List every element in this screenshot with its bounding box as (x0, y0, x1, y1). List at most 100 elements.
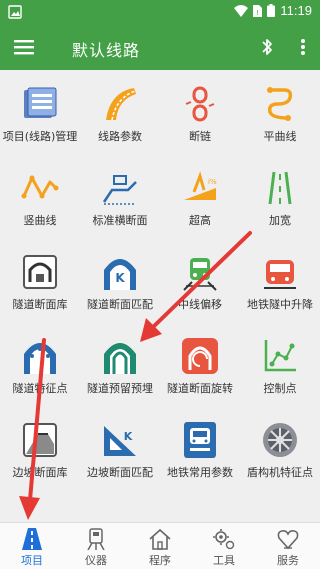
grid-item-tunnel-feature-point[interactable]: 隧道特征点 (0, 322, 80, 406)
grid-item-project-management[interactable]: 项目(线路)管理 (0, 70, 80, 154)
nav-tab-instrument[interactable]: 仪器 (64, 523, 128, 569)
partial-teal-block-icon (260, 504, 300, 522)
grid-item-partial[interactable] (80, 490, 160, 522)
grid-item-label: 边坡断面库 (12, 466, 68, 479)
grid-item-label: 隧道预留预埋 (87, 382, 153, 395)
tunnel-section-rotate-icon (182, 338, 218, 374)
grid-item-widening[interactable]: 加宽 (240, 154, 320, 238)
metro-tunnel-lift-icon (264, 260, 296, 289)
grid-item-label: 平曲线 (263, 130, 297, 143)
standard-cross-section-icon (102, 175, 137, 205)
grid-item-control-point[interactable]: 控制点 (240, 322, 320, 406)
image-notification-icon (8, 5, 22, 19)
grid-item-label: 项目(线路)管理 (2, 130, 78, 143)
grid-item-centerline-offset[interactable]: 中线偏移 (160, 238, 240, 322)
grid-item-label: 隧道断面旋转 (167, 382, 233, 395)
grid-item-label: 超高 (189, 214, 211, 227)
grid-item-tunnel-section-library[interactable]: 隧道断面库 (0, 238, 80, 322)
tunnel-reserved-embedded-icon (104, 343, 136, 374)
grid-item-slope-section-library[interactable]: 边坡断面库 (0, 406, 80, 490)
project-management-icon (24, 87, 57, 118)
grid-item-horizontal-curve[interactable]: 平曲线 (240, 70, 320, 154)
bottom-navigation: 项目 仪器 程序 工具 服务 (0, 522, 320, 569)
grid-item-label: 盾构机特征点 (247, 466, 313, 479)
service-heart-icon (277, 530, 299, 550)
status-bar: ! 11:19 (0, 0, 320, 24)
nav-tab-label: 程序 (149, 554, 171, 567)
battery-icon (267, 4, 276, 17)
shield-machine-feature-icon (263, 423, 297, 457)
tools-gear-icon (213, 529, 235, 550)
grid-item-label: 断链 (189, 130, 211, 143)
grid-item-slope-section-match[interactable]: K 边坡断面匹配 (80, 406, 160, 490)
partial-dots-icon (20, 504, 60, 522)
grid-item-route-parameters[interactable]: 线路参数 (80, 70, 160, 154)
grid-item-label: 标准横断面 (92, 214, 148, 227)
metro-common-params-icon (184, 422, 216, 458)
vertical-curve-icon (21, 175, 59, 199)
function-grid: 项目(线路)管理 线路参数 断链 平曲线 竖曲线 标准横断面 i% 超高 加宽 … (0, 70, 320, 522)
grid-item-metro-tunnel-lift[interactable]: 地铁隧中升降 (240, 238, 320, 322)
grid-item-label: 隧道特征点 (12, 382, 68, 395)
nav-tab-label: 项目 (21, 554, 43, 567)
grid-item-label: 地铁隧中升降 (247, 298, 313, 311)
grid-item-tunnel-section-match[interactable]: K 隧道断面匹配 (80, 238, 160, 322)
grid-item-label: 控制点 (263, 382, 297, 395)
menu-icon[interactable] (14, 38, 34, 56)
grid-item-tunnel-section-rotate[interactable]: 隧道断面旋转 (160, 322, 240, 406)
bluetooth-icon[interactable] (260, 37, 274, 57)
partial-blue-block-icon (180, 504, 220, 522)
wifi-icon (234, 4, 249, 17)
status-time: 11:19 (280, 3, 312, 18)
app-bar: 默认线路 (0, 24, 320, 70)
slope-section-match-icon: K (104, 426, 136, 456)
nav-tab-program[interactable]: 程序 (128, 523, 192, 569)
nav-tab-project[interactable]: 项目 (0, 523, 64, 569)
superelevation-icon: i% (184, 171, 217, 200)
horizontal-curve-icon (267, 87, 293, 121)
tunnel-feature-point-icon (24, 343, 56, 374)
partial-red-circle-icon (100, 504, 140, 522)
nav-tab-label: 仪器 (85, 554, 107, 567)
broken-chain-icon (185, 86, 215, 122)
sim-icon: ! (253, 4, 263, 17)
centerline-offset-icon (183, 258, 217, 291)
grid-item-partial[interactable] (0, 490, 80, 522)
grid-item-vertical-curve[interactable]: 竖曲线 (0, 154, 80, 238)
nav-tab-label: 工具 (213, 554, 235, 567)
slope-section-library-icon (23, 423, 57, 457)
tunnel-section-match-icon: K (104, 259, 136, 290)
control-point-icon (264, 340, 296, 372)
project-road-icon (22, 528, 42, 550)
grid-item-metro-common-params[interactable]: 地铁常用参数 (160, 406, 240, 490)
grid-item-label: 中线偏移 (178, 298, 222, 311)
grid-item-shield-machine-feature[interactable]: 盾构机特征点 (240, 406, 320, 490)
tunnel-section-library-icon (23, 255, 57, 289)
svg-text:i%: i% (208, 178, 217, 186)
grid-item-label: 边坡断面匹配 (87, 466, 153, 479)
grid-item-label: 隧道断面匹配 (87, 298, 153, 311)
nav-tab-service[interactable]: 服务 (256, 523, 320, 569)
grid-item-label: 线路参数 (98, 130, 142, 143)
grid-item-superelevation[interactable]: i% 超高 (160, 154, 240, 238)
nav-tab-label: 服务 (277, 554, 299, 567)
grid-item-label: 地铁常用参数 (167, 466, 233, 479)
svg-text:!: ! (257, 9, 260, 17)
grid-item-standard-cross-section[interactable]: 标准横断面 (80, 154, 160, 238)
route-parameters-icon (106, 88, 136, 121)
program-home-icon (149, 528, 171, 550)
page-title: 默认线路 (72, 41, 141, 60)
grid-item-label: 加宽 (269, 214, 291, 227)
grid-item-partial[interactable] (160, 490, 240, 522)
grid-item-label: 竖曲线 (23, 214, 57, 227)
grid-item-broken-chain[interactable]: 断链 (160, 70, 240, 154)
nav-tab-tools[interactable]: 工具 (192, 523, 256, 569)
instrument-icon (87, 528, 105, 550)
grid-item-tunnel-reserved-embedded[interactable]: 隧道预留预埋 (80, 322, 160, 406)
svg-text:K: K (124, 430, 133, 443)
grid-item-label: 隧道断面库 (12, 298, 68, 311)
widening-icon (268, 171, 292, 205)
grid-item-partial[interactable] (240, 490, 320, 522)
more-options-icon[interactable] (300, 38, 306, 56)
svg-text:K: K (115, 271, 125, 285)
